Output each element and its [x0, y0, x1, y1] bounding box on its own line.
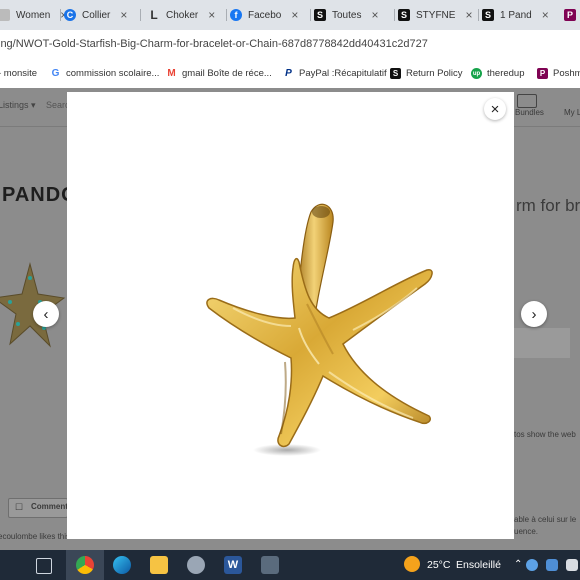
- calculator-icon[interactable]: [261, 556, 279, 574]
- tab-pandora[interactable]: S 1 Pand ×: [476, 3, 562, 27]
- gmail-icon: M: [167, 68, 176, 79]
- tab-poshmark[interactable]: P: [558, 3, 580, 27]
- bookmark-label: PayPal :Récapitulatif: [299, 68, 387, 79]
- comment-label: Comment: [31, 502, 68, 511]
- tab-women[interactable]: Women ×: [0, 3, 67, 27]
- tab-facebook[interactable]: f Facebo ×: [224, 3, 311, 27]
- chevron-up-icon[interactable]: ⌃: [514, 559, 522, 570]
- tab-toutes[interactable]: S Toutes ×: [308, 3, 395, 27]
- bookmark-label: commission scolaire...: [66, 68, 160, 79]
- bookmark-return-policy[interactable]: S Return Policy: [390, 68, 463, 79]
- bundles-link[interactable]: Bundles: [515, 108, 544, 117]
- starfish-charm-image: [206, 203, 433, 456]
- photos-note: tos show the web: [514, 430, 576, 439]
- bluetooth-icon[interactable]: [526, 559, 538, 571]
- chrome-icon[interactable]: [76, 556, 94, 574]
- s-icon: S: [314, 9, 326, 21]
- address-bar[interactable]: ing/NWOT-Gold-Starfish-Big-Charm-for-bra…: [0, 30, 580, 63]
- facebook-icon: f: [230, 9, 242, 21]
- bookmark-theredup[interactable]: up theredup: [471, 68, 525, 79]
- tab-choker[interactable]: L Choker ×: [142, 3, 227, 27]
- bookmark-label: theredup: [487, 68, 525, 79]
- side-panel: [514, 328, 570, 358]
- s-icon: S: [390, 68, 401, 79]
- bookmark-poshmark[interactable]: P Poshm: [537, 68, 580, 79]
- tab-collier[interactable]: C Collier ×: [58, 3, 141, 27]
- url-text[interactable]: ing/NWOT-Gold-Starfish-Big-Charm-for-bra…: [0, 38, 428, 50]
- word-icon[interactable]: W: [224, 556, 242, 574]
- tab-label: STYFNE: [416, 9, 456, 21]
- close-icon[interactable]: ×: [465, 8, 472, 22]
- description-line-1: able à celui sur le: [514, 515, 577, 524]
- tab-label: Toutes: [332, 9, 362, 21]
- browser-tab-bar: Women × C Collier × L Choker × f Facebo …: [0, 0, 580, 30]
- close-lightbox-button[interactable]: ×: [484, 98, 506, 120]
- weather-status[interactable]: Ensoleillé: [456, 559, 501, 571]
- network-icon[interactable]: [566, 559, 578, 571]
- poshmark-icon: P: [564, 9, 576, 21]
- bag-icon: [517, 94, 537, 108]
- up-icon: up: [471, 68, 482, 79]
- edge-icon[interactable]: [113, 556, 131, 574]
- listings-dropdown[interactable]: Listings ▾: [0, 100, 36, 111]
- file-explorer-icon[interactable]: [150, 556, 168, 574]
- image-lightbox: [67, 92, 514, 539]
- tab-styfne[interactable]: S STYFNE ×: [392, 3, 479, 27]
- close-icon[interactable]: ×: [291, 8, 298, 22]
- description-line-2: uence.: [514, 527, 539, 536]
- google-icon: G: [51, 68, 60, 79]
- tab-label: Collier: [82, 9, 111, 21]
- task-view-icon[interactable]: [36, 558, 52, 574]
- comment-icon: ☐: [15, 502, 24, 512]
- c-icon: C: [64, 9, 76, 21]
- bookmark-label: gmail Boîte de réce...: [182, 68, 272, 79]
- bookmark-paypal[interactable]: P PayPal :Récapitulatif: [283, 68, 387, 79]
- s-icon: S: [482, 9, 494, 21]
- bookmark-label: Return Policy: [406, 68, 463, 79]
- temperature[interactable]: 25°C: [427, 559, 450, 571]
- tab-label: Choker: [166, 9, 199, 21]
- sun-icon: [404, 556, 420, 572]
- close-icon[interactable]: ×: [371, 8, 378, 22]
- previous-image-button[interactable]: ‹: [33, 301, 59, 327]
- comment-button[interactable]: Comment ☐: [8, 498, 68, 518]
- s-icon: S: [398, 9, 410, 21]
- likes-text: ecoulombe likes this: [0, 532, 71, 541]
- close-icon[interactable]: ×: [542, 8, 549, 22]
- page-icon: [0, 9, 10, 21]
- next-image-button[interactable]: ›: [521, 301, 547, 327]
- tab-label: 1 Pand: [500, 9, 532, 21]
- poshmark-icon: P: [537, 68, 548, 79]
- my-link[interactable]: My L: [564, 108, 580, 117]
- close-icon[interactable]: ×: [120, 8, 127, 22]
- bookmark-monsite[interactable]: - monsite: [0, 68, 37, 79]
- taskbar: W 25°C Ensoleillé ⌃: [0, 550, 580, 580]
- bookmark-commission-scolaire[interactable]: G commission scolaire...: [50, 68, 160, 79]
- listing-title: rm for br: [516, 196, 580, 215]
- tab-label: Women: [16, 9, 51, 21]
- shield-icon[interactable]: [546, 559, 558, 571]
- bookmark-gmail[interactable]: M gmail Boîte de réce...: [166, 68, 272, 79]
- paypal-icon: P: [285, 68, 292, 79]
- bookmark-label: - monsite: [0, 68, 38, 79]
- l-icon: L: [150, 8, 158, 22]
- bookmarks-bar: - monsite G commission scolaire... M gma…: [0, 62, 580, 89]
- close-icon[interactable]: ×: [208, 8, 215, 22]
- tab-label: Facebo: [248, 9, 282, 21]
- paint-icon[interactable]: [187, 556, 205, 574]
- bookmark-label: Poshm: [553, 68, 580, 79]
